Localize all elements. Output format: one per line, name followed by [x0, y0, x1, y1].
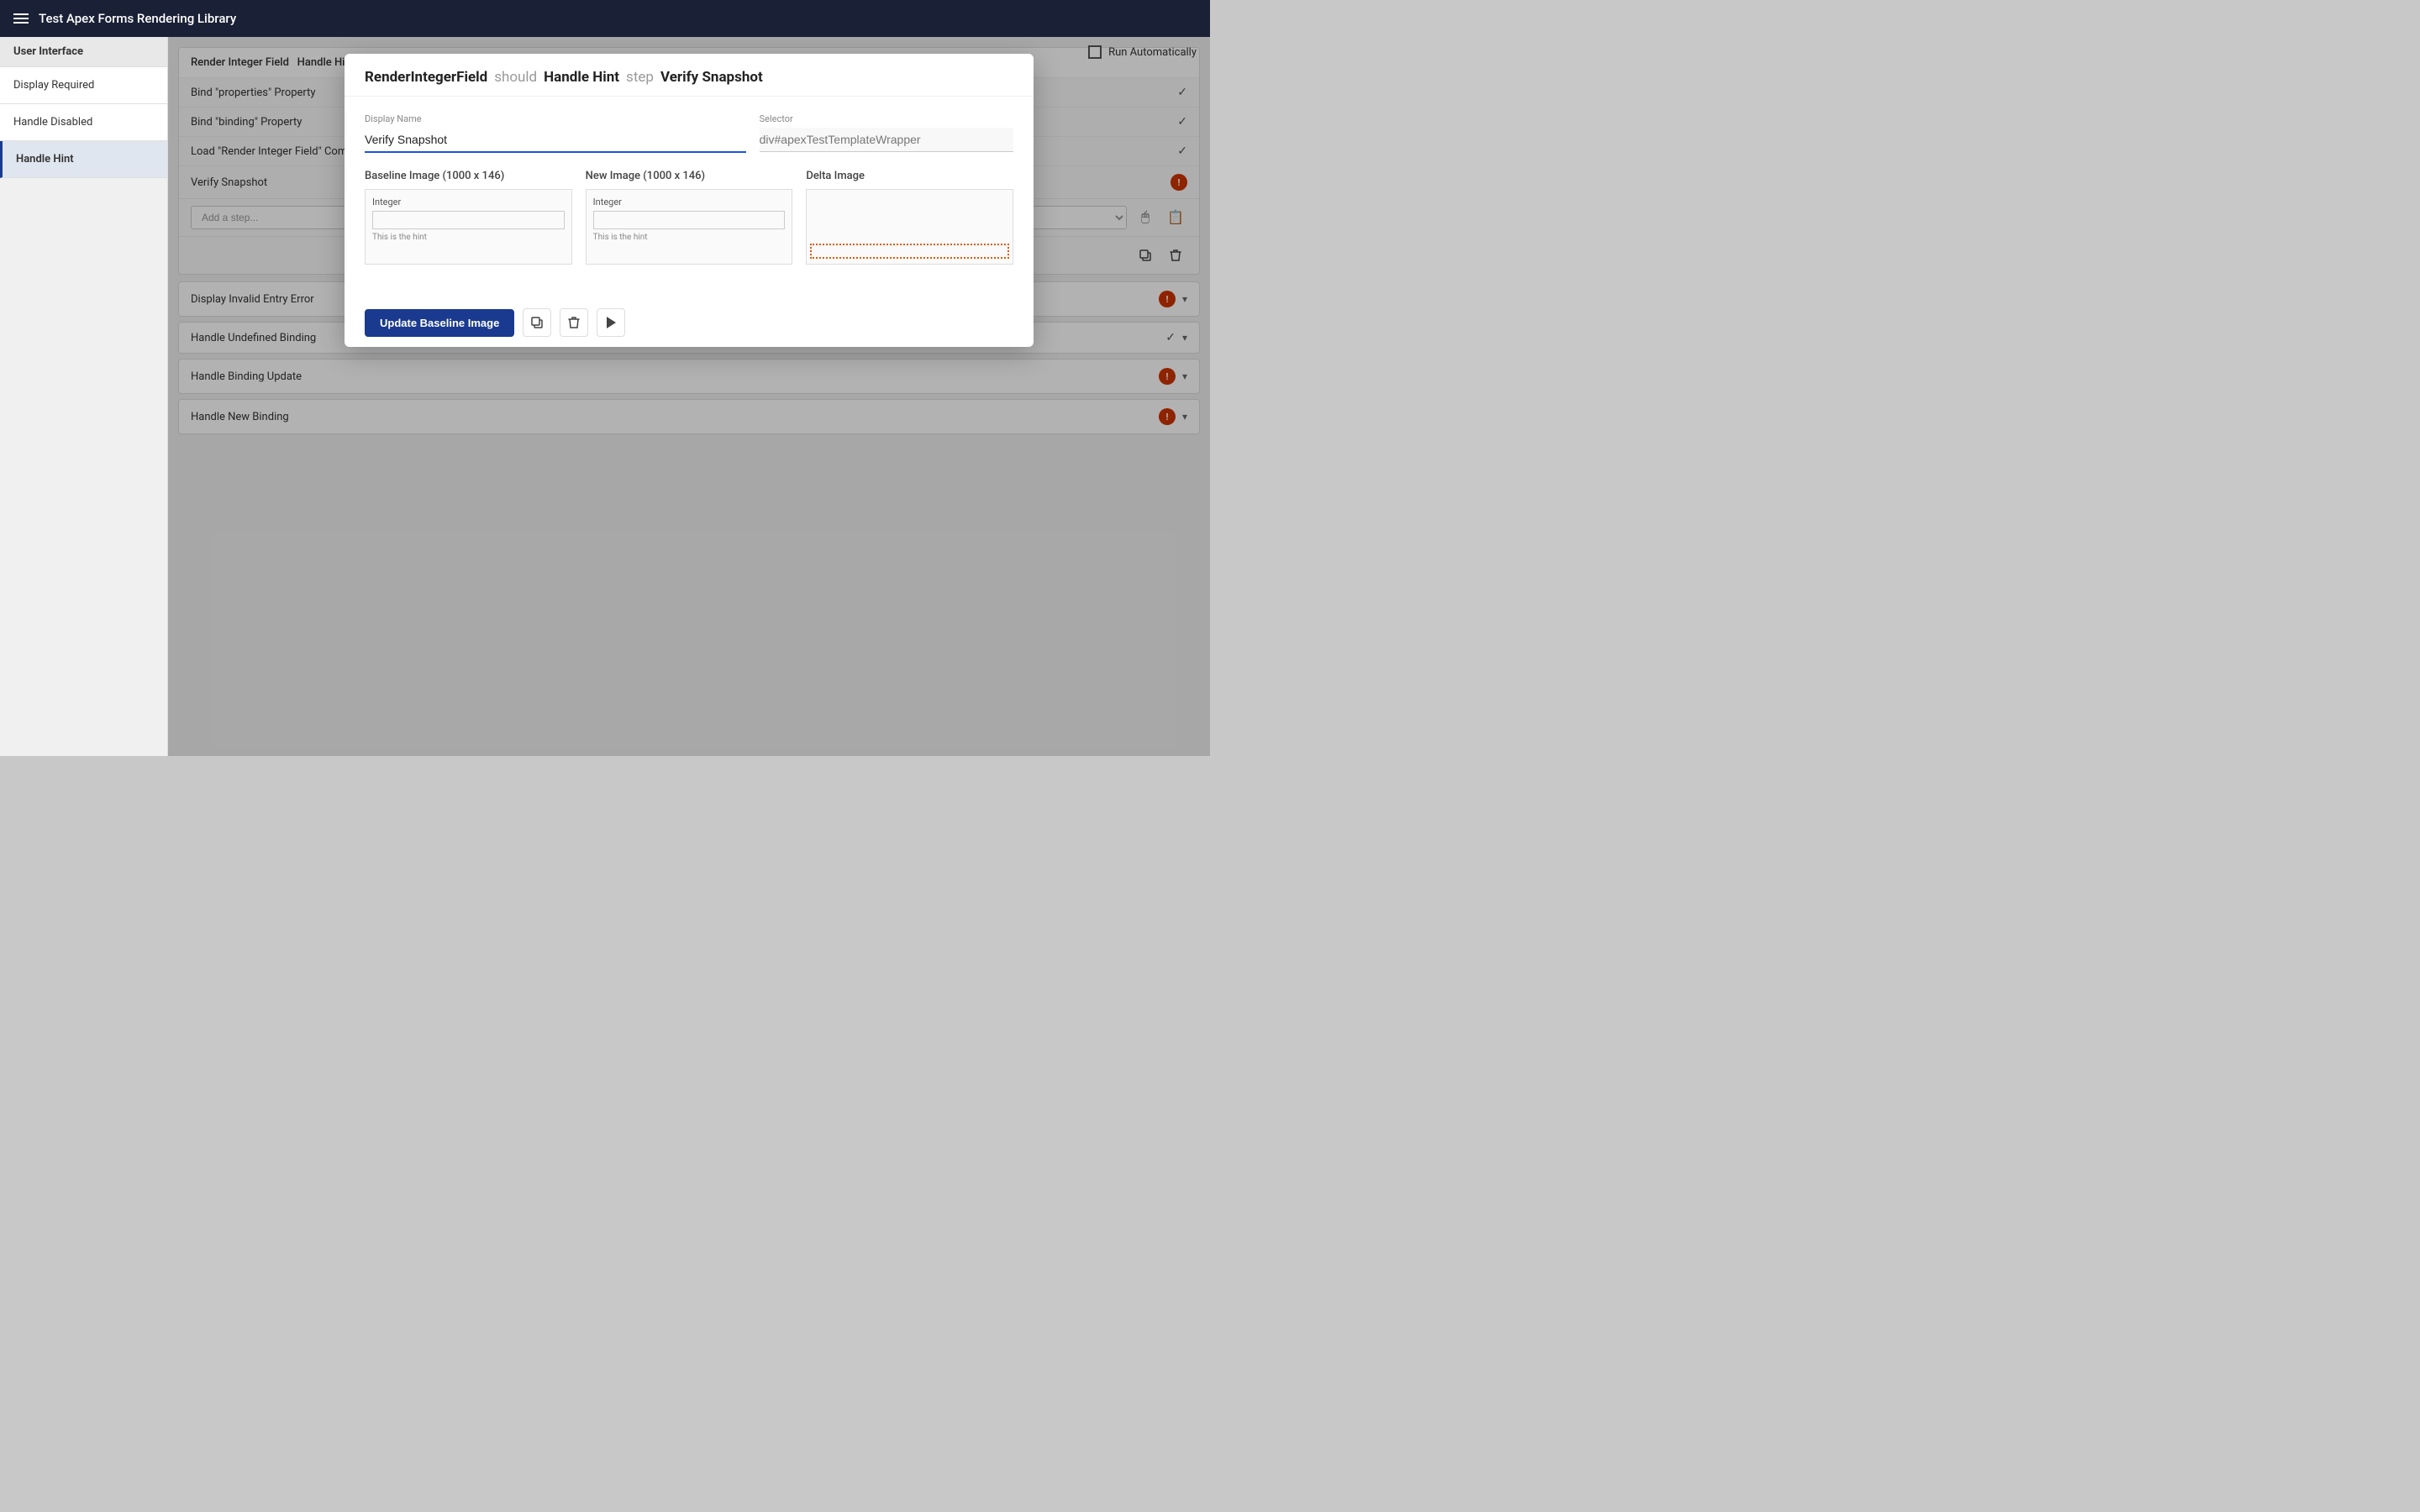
delta-col: Delta Image — [806, 170, 1013, 265]
update-baseline-button[interactable]: Update Baseline Image — [365, 309, 514, 337]
sidebar-item-handle-hint[interactable]: Handle Hint — [0, 141, 167, 178]
modal-title-step: step — [626, 69, 654, 86]
app-title: Test Apex Forms Rendering Library — [39, 11, 236, 26]
modal-footer: Update Baseline Image — [345, 298, 1034, 347]
selector-label: Selector — [760, 113, 1013, 124]
modal-header: RenderIntegerField should Handle Hint st… — [345, 54, 1034, 97]
new-image-preview: Integer This is the hint — [586, 189, 793, 265]
new-input-box — [593, 211, 786, 229]
modal-title-test: Handle Hint — [544, 69, 619, 86]
baseline-label: Baseline Image (1000 x 146) — [365, 170, 572, 182]
form-row-top: Display Name Selector — [365, 113, 1013, 153]
modal-delete-button[interactable] — [560, 308, 588, 337]
form-group-display-name: Display Name — [365, 113, 746, 153]
topbar: Test Apex Forms Rendering Library — [0, 0, 1210, 37]
delta-preview — [806, 189, 1013, 265]
baseline-preview: Integer This is the hint — [365, 189, 572, 265]
delta-label: Delta Image — [806, 170, 1013, 182]
new-image-col: New Image (1000 x 146) Integer This is t… — [586, 170, 793, 265]
baseline-integer: Integer — [372, 197, 565, 207]
sidebar-item-display-required[interactable]: Display Required — [0, 67, 167, 104]
new-integer: Integer — [593, 197, 786, 207]
modal-title-should: should — [494, 69, 537, 86]
images-section: Baseline Image (1000 x 146) Integer This… — [365, 170, 1013, 265]
left-sidebar: User Interface Display Required Handle D… — [0, 37, 168, 756]
selector-input[interactable] — [760, 128, 1013, 152]
modal-title-action: Verify Snapshot — [660, 69, 763, 86]
new-hint: This is the hint — [593, 233, 786, 242]
sidebar-item-handle-disabled[interactable]: Handle Disabled — [0, 104, 167, 141]
images-grid: Baseline Image (1000 x 146) Integer This… — [365, 170, 1013, 265]
modal: RenderIntegerField should Handle Hint st… — [345, 54, 1034, 347]
content-area: Run Automatically Render Integer Field H… — [168, 37, 1210, 756]
hamburger-icon[interactable] — [13, 13, 29, 24]
baseline-col: Baseline Image (1000 x 146) Integer This… — [365, 170, 572, 265]
body-row: User Interface Display Required Handle D… — [0, 37, 1210, 756]
delta-top-area — [807, 190, 1013, 236]
app-root: Test Apex Forms Rendering Library User I… — [0, 0, 1210, 756]
sidebar-header: User Interface — [0, 37, 167, 67]
new-image-label: New Image (1000 x 146) — [586, 170, 793, 182]
baseline-hint: This is the hint — [372, 233, 565, 242]
display-name-label: Display Name — [365, 113, 746, 124]
form-group-selector: Selector — [760, 113, 1013, 153]
modal-body: Display Name Selector — [345, 97, 1034, 298]
modal-overlay[interactable]: RenderIntegerField should Handle Hint st… — [168, 37, 1210, 756]
baseline-input-box — [372, 211, 565, 229]
delta-highlight — [810, 244, 1009, 259]
modal-title-component: RenderIntegerField — [365, 69, 487, 86]
display-name-input[interactable] — [365, 128, 746, 153]
modal-play-button[interactable] — [597, 308, 625, 337]
modal-copy-button[interactable] — [523, 308, 551, 337]
